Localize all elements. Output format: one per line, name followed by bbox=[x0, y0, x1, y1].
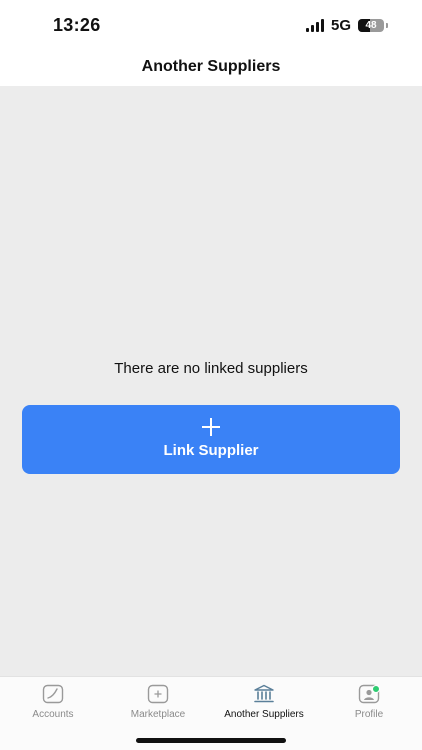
tab-label: Marketplace bbox=[130, 709, 186, 720]
link-supplier-button[interactable]: Link Supplier bbox=[22, 405, 400, 474]
main-content: There are no linked suppliers Link Suppl… bbox=[0, 86, 422, 676]
battery-tip bbox=[386, 23, 388, 28]
tab-accounts[interactable]: Accounts bbox=[0, 677, 106, 727]
chart-icon bbox=[42, 684, 64, 704]
empty-state-message: There are no linked suppliers bbox=[114, 360, 308, 377]
home-indicator bbox=[136, 738, 286, 743]
link-supplier-label: Link Supplier bbox=[163, 442, 259, 459]
status-bar: 13:26 5G 48 bbox=[0, 0, 422, 52]
tab-profile[interactable]: Profile bbox=[316, 677, 422, 727]
header: Another Suppliers bbox=[0, 52, 422, 86]
notification-badge bbox=[372, 685, 380, 693]
battery-icon: 48 bbox=[358, 19, 384, 32]
status-indicators: 5G 48 bbox=[305, 17, 388, 34]
plus-icon bbox=[202, 418, 220, 436]
status-time: 13:26 bbox=[53, 15, 101, 35]
tab-label: Another Suppliers bbox=[224, 709, 304, 720]
network-type: 5G bbox=[330, 17, 351, 34]
tab-marketplace[interactable]: Marketplace bbox=[105, 677, 211, 727]
tab-another-suppliers[interactable]: Another Suppliers bbox=[211, 677, 317, 727]
page-title: Another Suppliers bbox=[141, 58, 281, 75]
plus-box-icon bbox=[147, 684, 169, 704]
tab-label: Accounts bbox=[32, 709, 74, 720]
bank-icon bbox=[254, 684, 274, 703]
signal-icon bbox=[305, 19, 324, 32]
battery-level: 48 bbox=[365, 20, 377, 31]
tab-label: Profile bbox=[354, 709, 384, 720]
